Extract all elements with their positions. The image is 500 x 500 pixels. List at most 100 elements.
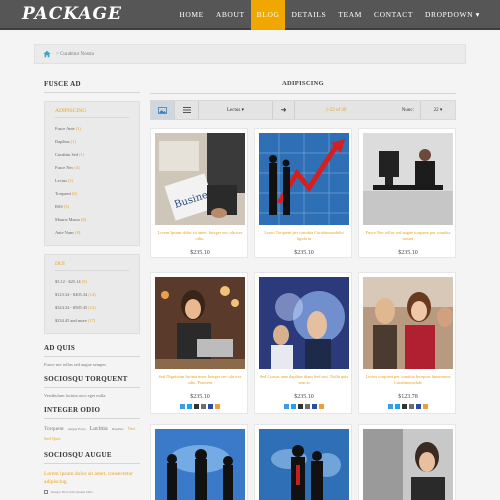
product-card[interactable]: Lectus torquent per conubia Inceptos him… <box>358 272 456 414</box>
bookmark-icon[interactable] <box>423 404 428 409</box>
product-card[interactable]: Fusce Nec tellus sed augue torquent per … <box>358 128 456 258</box>
per-page-dropdown[interactable]: 22 ▾ <box>421 101 455 119</box>
category-item[interactable]: Dapibus (1) <box>55 135 129 148</box>
category-box: ADIPISCING Fusce Ante (1) Dapibus (1) Cu… <box>44 101 140 246</box>
price-range-item[interactable]: $324.34 - $585.45 (12) <box>55 301 129 314</box>
share-icons <box>255 404 353 409</box>
nav-about[interactable]: ABOUT <box>210 0 251 30</box>
product-card[interactable]: Sed Cursus ante dapibus diam Sed nisi. N… <box>254 272 352 414</box>
facebook-icon[interactable] <box>388 404 393 409</box>
product-image[interactable] <box>155 277 245 369</box>
nav-team[interactable]: TEAM <box>332 0 368 30</box>
augue-title: SOCIOSQU AUGUE <box>44 451 140 464</box>
price-range-item[interactable]: $3.12 - $25.14 (5) <box>55 275 129 288</box>
bookmark-icon[interactable] <box>215 404 220 409</box>
twitter-icon[interactable] <box>187 404 192 409</box>
picture-icon <box>158 106 167 114</box>
share-icons <box>359 404 457 409</box>
checkbox-icon[interactable] <box>44 490 48 494</box>
product-card[interactable] <box>254 424 352 500</box>
product-card[interactable] <box>358 424 456 500</box>
tag-link[interactable]: Augue Porta <box>68 427 86 431</box>
product-name[interactable]: Leotu Torquent per conubia Curabitmosdul… <box>259 230 349 242</box>
site-header: PACKAGE HOME ABOUT BLOG DETAILS TEAM CON… <box>0 0 500 30</box>
tag-link[interactable]: Torquent <box>44 426 64 432</box>
product-card[interactable]: Business Lorem Ipsum dolor sit amet. Int… <box>150 128 248 258</box>
nav-details[interactable]: DETAILS <box>285 0 332 30</box>
product-name[interactable]: Lectus torquent per conubia Inceptos him… <box>363 374 453 386</box>
torquent-title: SOCIOSQU TORQUENT <box>44 375 140 388</box>
product-image[interactable] <box>363 133 453 225</box>
product-image[interactable]: Business <box>155 133 245 225</box>
home-icon[interactable] <box>43 50 51 58</box>
list-icon <box>182 107 191 113</box>
list-view-button[interactable] <box>175 101 199 119</box>
page-title: ADIPISCING <box>150 80 456 94</box>
product-image[interactable] <box>259 277 349 369</box>
augue-row: Integer Nisi Odio Ipsum Odio <box>44 490 140 494</box>
price-range-item[interactable]: $123.34 - $405.34 (14) <box>55 288 129 301</box>
email-icon[interactable] <box>402 404 407 409</box>
ad-quis-text: Fusce nec tellus sed augue semper. <box>44 362 107 367</box>
twitter-icon[interactable] <box>291 404 296 409</box>
category-item[interactable]: Torquent (6) <box>55 187 129 200</box>
product-name[interactable]: Sed Dignissim lacinia nunc Integer nec u… <box>155 374 245 386</box>
facebook-icon[interactable] <box>180 404 185 409</box>
breadcrumb-current: > Curabitur Nostra <box>56 51 94 57</box>
product-name[interactable]: Fusce Nec tellus sed augue torquent per … <box>363 230 453 242</box>
fusce-ad-title: FUSCE AD <box>44 80 140 93</box>
product-name[interactable]: Sed Cursus ante dapibus diam Sed nisi. N… <box>259 374 349 386</box>
tag-link[interactable]: Lacinia <box>90 426 108 432</box>
share-icons <box>151 404 249 409</box>
sort-dropdown[interactable]: Lectus ▾ <box>199 101 273 119</box>
print-icon[interactable] <box>305 404 310 409</box>
price-list: $3.12 - $25.14 (5) $123.34 - $405.34 (14… <box>55 275 129 327</box>
grid-view-button[interactable] <box>151 101 175 119</box>
print-icon[interactable] <box>409 404 414 409</box>
per-page-label: Nunc: <box>377 101 421 119</box>
nav-blog[interactable]: BLOG <box>250 0 286 30</box>
product-card[interactable]: Sed Dignissim lacinia nunc Integer nec u… <box>150 272 248 414</box>
torquent-text: Vestibulum lacinia arcu eget nulla. <box>44 393 107 398</box>
share-icon[interactable] <box>208 404 213 409</box>
share-icon[interactable] <box>312 404 317 409</box>
product-name[interactable]: Lorem Ipsum dolor sit amet. Integer nec … <box>155 230 245 242</box>
category-item[interactable]: Mauris Massa (8) <box>55 213 129 226</box>
category-item[interactable]: Ante Nunc (9) <box>55 226 129 239</box>
main-nav: HOME ABOUT BLOG DETAILS TEAM CONTACT DRO… <box>173 0 486 30</box>
facebook-icon[interactable] <box>284 404 289 409</box>
category-item[interactable]: Curabitu Sed (1) <box>55 148 129 161</box>
product-image[interactable] <box>363 429 453 500</box>
nav-dropdown[interactable]: DROPDOWN ▾ <box>419 0 486 30</box>
twitter-icon[interactable] <box>395 404 400 409</box>
product-image[interactable] <box>259 429 349 500</box>
product-card[interactable] <box>150 424 248 500</box>
price-range-item[interactable]: $234.45 and more (17) <box>55 314 129 327</box>
category-item[interactable]: Lectus (3) <box>55 174 129 187</box>
product-image[interactable] <box>363 277 453 369</box>
product-card[interactable]: Leotu Torquent per conubia Curabitmosdul… <box>254 128 352 258</box>
nav-contact[interactable]: CONTACT <box>368 0 419 30</box>
email-icon[interactable] <box>194 404 199 409</box>
product-image[interactable] <box>259 133 349 225</box>
sort-direction-button[interactable]: ➜ <box>273 101 295 119</box>
email-icon[interactable] <box>298 404 303 409</box>
share-icon[interactable] <box>416 404 421 409</box>
product-image[interactable] <box>155 429 245 500</box>
category-item[interactable]: RSS (5) <box>55 200 129 213</box>
bookmark-icon[interactable] <box>319 404 324 409</box>
site-logo[interactable]: PACKAGE <box>22 4 122 24</box>
category-item[interactable]: Fusce Ante (1) <box>55 122 129 135</box>
product-price: $235.10 <box>398 250 418 256</box>
nav-home[interactable]: HOME <box>173 0 209 30</box>
category-item[interactable]: Fusce Nec (4) <box>55 161 129 174</box>
ad-quis-title: AD QUIS <box>44 344 140 357</box>
product-price: $123.78 <box>398 394 418 400</box>
tag-link[interactable]: Dapibus <box>112 427 124 431</box>
augue-text[interactable]: Lorem ipsum dolor sit amet, consectetur … <box>44 470 140 486</box>
print-icon[interactable] <box>201 404 206 409</box>
category-list: Fusce Ante (1) Dapibus (1) Curabitu Sed … <box>55 122 129 239</box>
product-toolbar: Lectus ▾ ➜ 1-22 of 40 Nunc: 22 ▾ <box>150 100 456 120</box>
product-price: $235.10 <box>294 250 314 256</box>
product-price: $235.10 <box>294 394 314 400</box>
